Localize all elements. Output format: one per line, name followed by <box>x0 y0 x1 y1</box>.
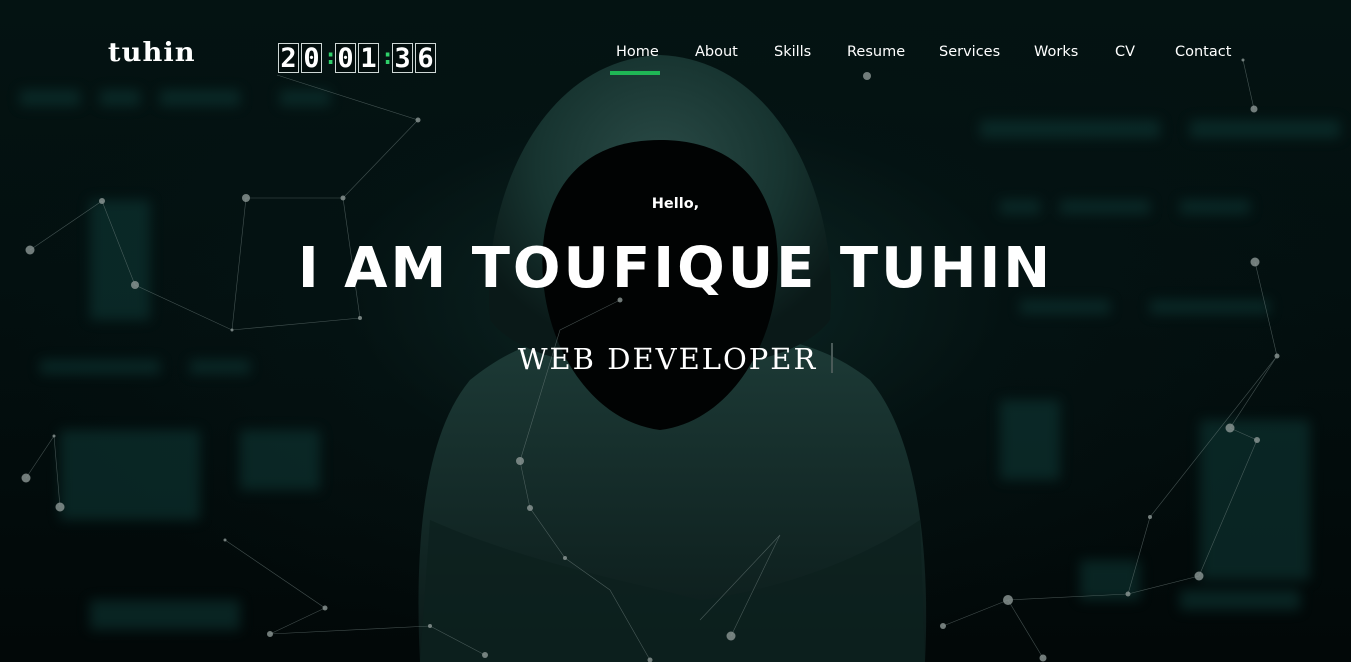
nav-item-contact[interactable]: Contact <box>1175 44 1231 60</box>
hero-name: I AM TOUFIQUE TUHIN <box>297 236 1054 301</box>
hero-role-text: WEB DEVELOPER <box>517 342 818 376</box>
nav-item-cv[interactable]: CV <box>1115 44 1135 60</box>
particle-network-overlay <box>21 58 1280 662</box>
hero-role: WEB DEVELOPER <box>0 342 1351 376</box>
hero-greeting: Hello, <box>651 196 700 212</box>
typing-cursor <box>831 343 834 373</box>
nav-item-skills[interactable]: Skills <box>774 44 811 60</box>
nav-item-services[interactable]: Services <box>939 44 1000 60</box>
hero-section: tuhin 2 0 : 0 1 : 3 6 Home About Skills … <box>0 0 1351 662</box>
nav-item-about[interactable]: About <box>695 44 738 60</box>
main-nav: Home About Skills Resume Services Works … <box>0 44 1351 76</box>
nav-active-indicator <box>610 71 660 75</box>
nav-item-resume[interactable]: Resume <box>847 44 905 60</box>
nav-item-home[interactable]: Home <box>616 44 659 60</box>
nav-item-works[interactable]: Works <box>1034 44 1078 60</box>
